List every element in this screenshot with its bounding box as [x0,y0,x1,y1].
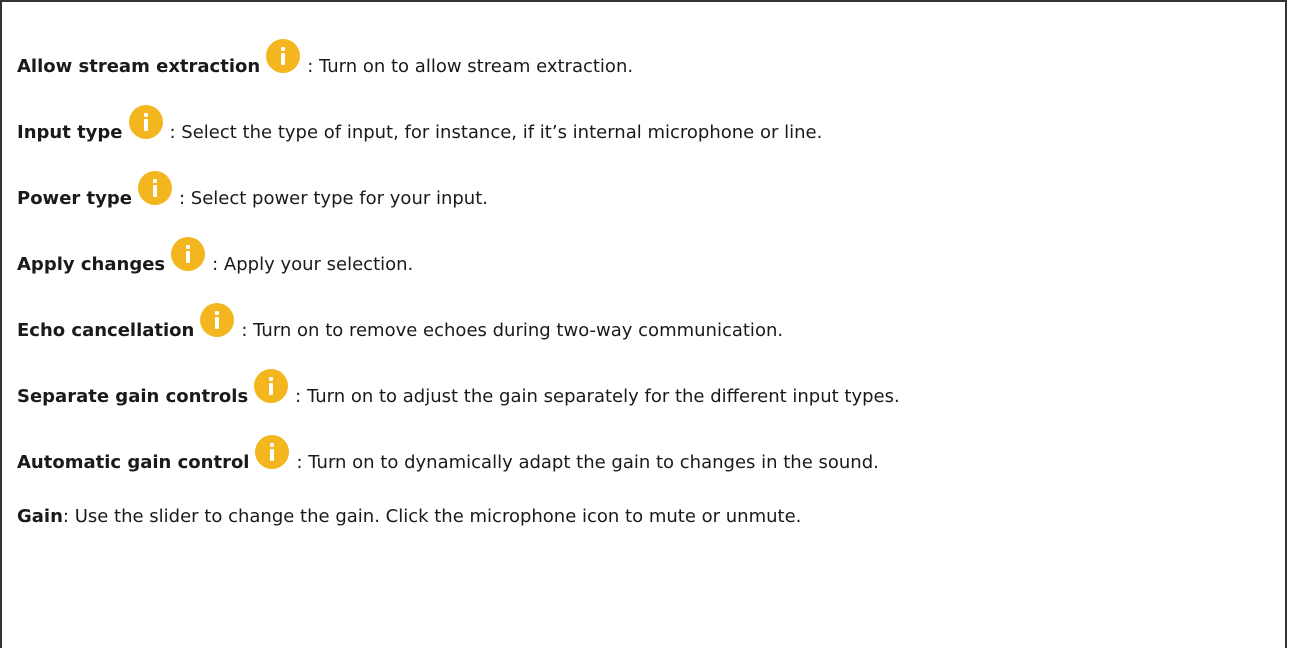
description-text: : Apply your selection. [212,253,414,275]
term-label: Apply changes [17,253,166,275]
info-icon [200,303,235,337]
info-icon [254,369,289,403]
description-text: : Turn on to allow stream extraction. [307,55,634,77]
description-text: : Turn on to remove echoes during two-wa… [241,319,784,341]
term-label: Input type [17,121,123,143]
info-icon [255,435,290,469]
term-label: Separate gain controls [17,385,249,407]
term-label: Echo cancellation [17,319,195,341]
info-icon [137,171,172,205]
item-gain: Gain : Use the slider to change the gain… [17,494,801,538]
term-label: Power type [17,187,132,209]
info-icon [128,105,163,139]
item-separate-gain-controls: Separate gain controls : Turn on to adju… [17,369,900,418]
description-text: : Select the type of input, for instance… [169,121,823,143]
item-allow-stream-extraction: Allow stream extraction : Turn on to all… [17,39,634,88]
description-text: : Turn on to adjust the gain separately … [295,385,900,407]
item-input-type: Input type : Select the type of input, f… [17,105,823,154]
term-label: Gain [17,505,63,527]
term-label: Automatic gain control [17,451,250,473]
item-power-type: Power type : Select power type for your … [17,171,488,220]
term-label: Allow stream extraction [17,55,261,77]
description-text: : Use the slider to change the gain. Cli… [62,505,802,527]
info-icon [266,39,301,73]
description-text: : Select power type for your input. [178,187,488,209]
item-echo-cancellation: Echo cancellation : Turn on to remove ec… [17,303,784,352]
description-text: : Turn on to dynamically adapt the gain … [296,451,879,473]
item-automatic-gain-control: Automatic gain control : Turn on to dyna… [17,435,879,484]
item-apply-changes: Apply changes : Apply your selection. [17,237,414,286]
info-icon [171,237,206,271]
